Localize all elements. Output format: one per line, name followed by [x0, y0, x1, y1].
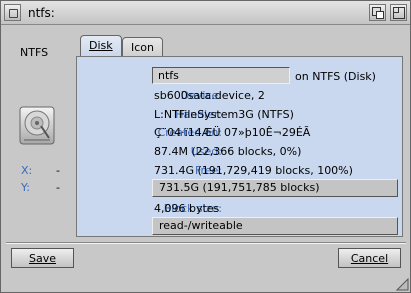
- x-coord-value: -: [56, 164, 60, 177]
- info-window: ntfs: NTFS X: - Y: - Disk Icon ntfs on N…: [0, 0, 411, 293]
- name-field[interactable]: ntfs: [152, 67, 290, 84]
- size-value: 731.5G (191,751,785 blocks): [159, 181, 320, 194]
- save-button[interactable]: Save: [11, 248, 74, 268]
- used-value: 87.4M (22,366 blocks, 0%): [154, 145, 302, 158]
- blocksize-value: 4,096 bytes: [154, 202, 220, 215]
- state-value: read-/writeable: [159, 219, 243, 232]
- name-field-value: ntfs: [158, 69, 179, 82]
- tab-disk[interactable]: Disk: [80, 35, 122, 57]
- disk-info-panel: Name: ntfs on NTFS (Disk) Device: sb600s…: [76, 56, 403, 237]
- state-display: read-/writeable: [152, 217, 398, 235]
- hard-drive-icon: [18, 106, 56, 149]
- handler-value: L:NTFileSystem3G (NTFS): [154, 108, 294, 121]
- title-bar[interactable]: ntfs:: [1, 1, 410, 25]
- zoom-window-icon[interactable]: [390, 4, 407, 21]
- close-window-icon[interactable]: [4, 4, 21, 21]
- volume-name: NTFS: [20, 46, 49, 59]
- name-suffix: on NTFS (Disk): [295, 70, 376, 83]
- size-display: 731.5G (191,751,785 blocks): [152, 179, 398, 197]
- window-title: ntfs:: [28, 6, 55, 20]
- resize-handle-icon[interactable]: [395, 277, 409, 291]
- depth-arrange-icon[interactable]: [369, 4, 386, 21]
- save-button-label: Save: [28, 252, 56, 265]
- tab-icon[interactable]: Icon: [122, 37, 163, 57]
- tab-icon-label: Icon: [131, 41, 154, 54]
- device-value: sb600sata.device, 2: [154, 89, 265, 102]
- tab-disk-label: Disk: [89, 39, 113, 52]
- free-value: 731.4G (191,729,419 blocks, 100%): [154, 164, 353, 177]
- cancel-button-label: Cancel: [350, 252, 389, 265]
- y-coord-value: -: [56, 181, 60, 194]
- bottom-divider: [6, 242, 406, 244]
- y-coord-label: Y:: [21, 181, 30, 194]
- created-value: Ç¨04·ï14ÆÜ 07»þ10Ê¬29ÉÃ: [154, 126, 311, 139]
- x-coord-label: X:: [21, 164, 33, 177]
- cancel-button[interactable]: Cancel: [338, 248, 401, 268]
